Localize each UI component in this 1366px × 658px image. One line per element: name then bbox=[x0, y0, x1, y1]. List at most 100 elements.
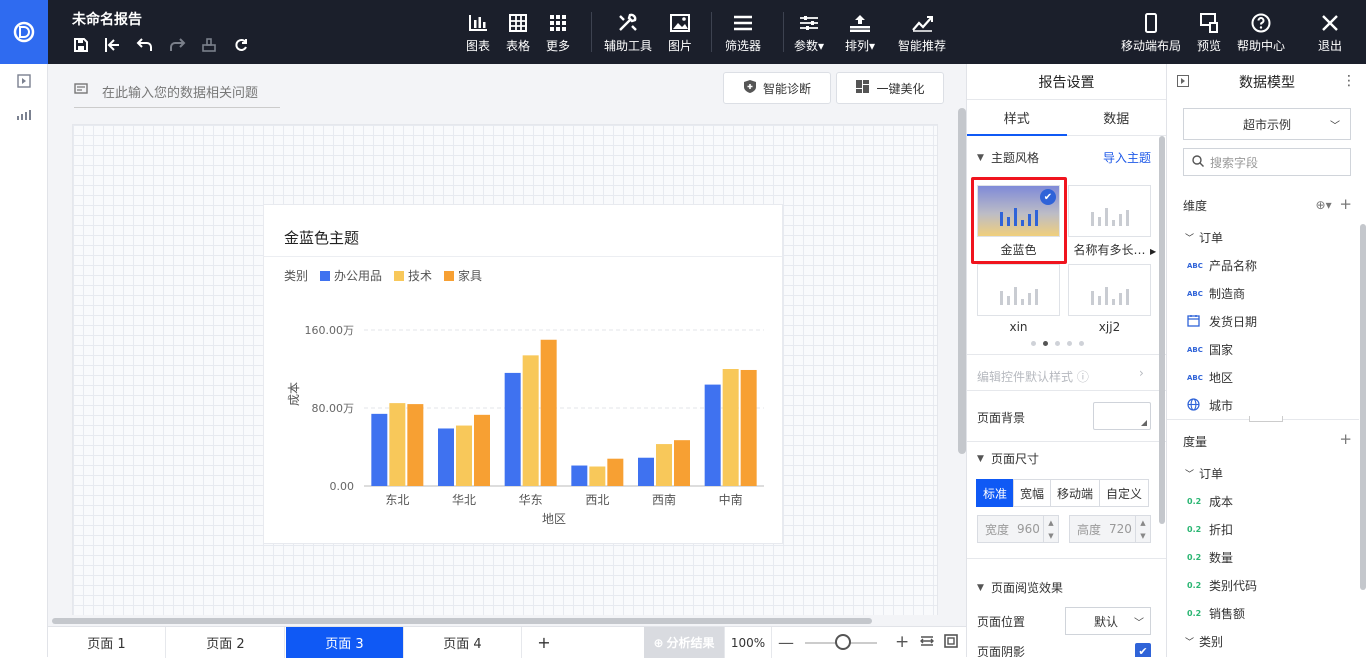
fit-width-icon[interactable] bbox=[920, 634, 934, 652]
size-wide-button[interactable]: 宽幅 bbox=[1013, 479, 1052, 507]
params-tool[interactable]: 参数▾ bbox=[794, 10, 824, 54]
next-theme-arrow-icon[interactable]: ▶ bbox=[1150, 247, 1156, 256]
add-icon[interactable]: + bbox=[1339, 195, 1352, 213]
mobile-layout-tool[interactable]: 移动端布局 bbox=[1121, 10, 1181, 54]
resize-handle[interactable] bbox=[1249, 416, 1283, 422]
zoom-level[interactable]: 100% bbox=[724, 627, 772, 658]
size-mobile-button[interactable]: 移动端 bbox=[1050, 479, 1101, 507]
assist-tool[interactable]: 辅助工具 bbox=[604, 10, 652, 54]
measure-item[interactable]: 0.2 成本 bbox=[1187, 493, 1233, 510]
mea-group-category[interactable]: ﹀ 类别 bbox=[1185, 633, 1223, 650]
field-item[interactable]: 发货日期 bbox=[1187, 313, 1257, 330]
zoom-slider-handle[interactable] bbox=[835, 634, 851, 650]
import-theme-link[interactable]: 导入主题 bbox=[1103, 149, 1151, 166]
save-icon[interactable] bbox=[70, 34, 92, 56]
undo-icon[interactable] bbox=[134, 34, 156, 56]
page-shadow-checkbox[interactable]: ✔ bbox=[1135, 643, 1151, 657]
measure-item[interactable]: 0.2 数量 bbox=[1187, 549, 1233, 566]
measure-item[interactable]: 0.2 销售额 bbox=[1187, 605, 1245, 622]
legend-label-tech[interactable]: 技术 bbox=[408, 267, 432, 284]
refresh-icon[interactable] bbox=[230, 34, 252, 56]
help-tool[interactable]: 帮助中心 bbox=[1237, 10, 1285, 54]
theme-thumb-xjj2[interactable] bbox=[1068, 264, 1151, 316]
legend-label-furniture[interactable]: 家具 bbox=[458, 267, 482, 284]
field-item[interactable]: 城市 bbox=[1187, 397, 1233, 414]
size-custom-button[interactable]: 自定义 bbox=[1099, 479, 1150, 507]
zoom-out-icon[interactable]: — bbox=[778, 633, 794, 652]
field-search-input[interactable]: 搜索字段 bbox=[1183, 148, 1351, 176]
fullscreen-icon[interactable] bbox=[944, 634, 958, 652]
x-tick-label: 华东 bbox=[519, 493, 543, 507]
add-page-button[interactable]: + bbox=[522, 627, 566, 658]
smart-recommend-tool[interactable]: 智能推荐 bbox=[898, 10, 946, 54]
report-title[interactable]: 未命名报告 bbox=[72, 9, 142, 29]
chart-label: 图表 bbox=[466, 39, 491, 53]
theme-thumb-long-name[interactable] bbox=[1068, 185, 1151, 237]
redo-icon[interactable] bbox=[166, 34, 188, 56]
page-bg-color-picker[interactable] bbox=[1093, 402, 1151, 430]
filter-tool[interactable]: 筛选器 bbox=[725, 10, 761, 54]
browse-effect-header[interactable]: ▼ 页面阅览效果 bbox=[977, 579, 1063, 596]
chart-list-icon[interactable] bbox=[0, 98, 48, 132]
page-tab-3[interactable]: 页面 3 bbox=[286, 627, 404, 658]
chart-tool[interactable]: 图表 bbox=[466, 10, 490, 54]
page-tab-4[interactable]: 页面 4 bbox=[404, 627, 522, 658]
page-dot[interactable] bbox=[1079, 341, 1084, 346]
width-stepper[interactable]: 宽度 960 ▲ ▼ bbox=[977, 515, 1059, 543]
theme-thumb-xin[interactable] bbox=[977, 264, 1060, 316]
tab-data[interactable]: 数据 bbox=[1067, 100, 1167, 135]
measure-item[interactable]: 0.2 折扣 bbox=[1187, 521, 1233, 538]
format-painter-icon[interactable] bbox=[198, 34, 220, 56]
edit-default-style-row[interactable]: 编辑控件默认样式 ⓘ bbox=[977, 368, 1089, 385]
add-measure-icon[interactable]: + bbox=[1339, 430, 1352, 448]
app-logo-icon[interactable] bbox=[0, 0, 48, 64]
tab-style[interactable]: 样式 bbox=[967, 100, 1067, 135]
y-tick-label: 80.00万 bbox=[312, 402, 355, 415]
text-type-icon: ABC bbox=[1187, 373, 1203, 382]
legend-label-office[interactable]: 办公用品 bbox=[334, 267, 382, 284]
field-item[interactable]: ABC 制造商 bbox=[1187, 285, 1245, 302]
dataset-select[interactable]: 超市示例 ﹀ bbox=[1183, 108, 1351, 140]
page-size-header[interactable]: ▼ 页面尺寸 bbox=[977, 450, 1039, 467]
more-vertical-icon[interactable]: ⋮ bbox=[1342, 73, 1356, 89]
settings-scrollbar[interactable] bbox=[1159, 136, 1165, 524]
measure-item[interactable]: 0.2 类别代码 bbox=[1187, 577, 1257, 594]
caret-down-icon[interactable]: ▾ bbox=[1326, 198, 1332, 212]
page-dot[interactable] bbox=[1031, 341, 1036, 346]
arrange-tool[interactable]: 排列▾ bbox=[845, 10, 875, 54]
size-standard-button[interactable]: 标准 bbox=[976, 479, 1015, 507]
page-tab-2[interactable]: 页面 2 bbox=[167, 627, 285, 658]
bar-办公用品-东北 bbox=[371, 413, 388, 486]
expand-panel-icon[interactable] bbox=[0, 64, 48, 98]
page-tab-1[interactable]: 页面 1 bbox=[48, 627, 166, 658]
field-item[interactable]: ABC 地区 bbox=[1187, 369, 1233, 386]
page-dot[interactable] bbox=[1055, 341, 1060, 346]
canvas-horizontal-scrollbar[interactable] bbox=[52, 618, 872, 624]
mea-group-order[interactable]: ﹀ 订单 bbox=[1185, 465, 1223, 482]
zoom-in-icon[interactable]: + bbox=[895, 632, 909, 652]
image-tool[interactable]: 图片 bbox=[668, 10, 692, 54]
page-position-select[interactable]: 默认 ﹀ bbox=[1065, 607, 1151, 635]
back-icon[interactable] bbox=[102, 34, 124, 56]
page-dot[interactable] bbox=[1043, 341, 1048, 346]
height-stepper[interactable]: 高度 720 ▲ ▼ bbox=[1069, 515, 1151, 543]
analysis-result-button[interactable]: ⊕ 分析结果 bbox=[644, 627, 724, 658]
exit-tool[interactable]: 退出 bbox=[1318, 10, 1342, 54]
beautify-button[interactable]: 一键美化 bbox=[836, 72, 944, 104]
ask-data-input[interactable]: 在此输入您的数据相关问题 bbox=[74, 76, 280, 108]
canvas-vertical-scrollbar[interactable] bbox=[958, 108, 966, 454]
field-item[interactable]: ABC 产品名称 bbox=[1187, 257, 1257, 274]
field-item[interactable]: ABC 国家 bbox=[1187, 341, 1233, 358]
smart-diagnose-button[interactable]: 智能诊断 bbox=[723, 72, 831, 104]
chart-widget[interactable]: 金蓝色主题 类别 办公用品 技术 家具 0.00 80.00万 160.00万 东北 华… bbox=[263, 204, 783, 544]
more-tool[interactable]: 更多 bbox=[546, 10, 570, 54]
stepper-arrows[interactable]: ▲ ▼ bbox=[1043, 516, 1058, 542]
globe-icon[interactable]: ⊕ bbox=[1316, 198, 1326, 212]
dim-group-order[interactable]: ﹀ 订单 bbox=[1185, 229, 1223, 246]
page-dot[interactable] bbox=[1067, 341, 1072, 346]
theme-section-header[interactable]: ▼ 主题风格 bbox=[977, 149, 1039, 166]
preview-tool[interactable]: 预览 bbox=[1197, 10, 1221, 54]
stepper-arrows[interactable]: ▲ ▼ bbox=[1135, 516, 1150, 542]
table-tool[interactable]: 表格 bbox=[506, 10, 530, 54]
model-scrollbar[interactable] bbox=[1360, 224, 1366, 590]
